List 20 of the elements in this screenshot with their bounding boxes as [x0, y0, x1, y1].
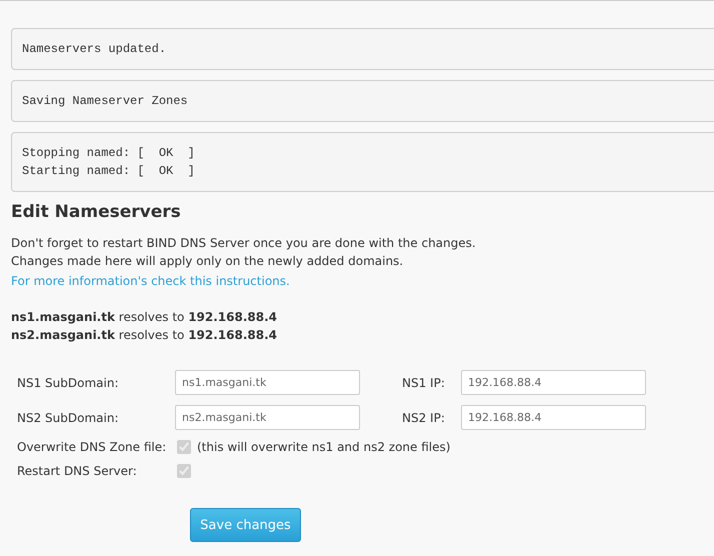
option-label: Overwrite DNS Zone file: [17, 440, 168, 454]
output-line: Saving Nameserver Zones [22, 93, 189, 110]
subdomain-field[interactable]: ns2.masgani.tk [175, 405, 360, 430]
resolve-text: ns2.masgani.tk resolves to 192.168.88.4 [11, 327, 278, 344]
option-label: Restart DNS Server: [17, 464, 138, 478]
resolve-text: ns1.masgani.tk resolves to 192.168.88.4 [11, 309, 278, 326]
field-label: NS2 SubDomain: [17, 410, 120, 424]
ip-field[interactable]: 192.168.88.4 [461, 405, 646, 430]
output-line: Starting named: [ OK ] [22, 163, 196, 180]
field-label: NS2 IP: [402, 410, 446, 424]
section-heading: Edit Nameservers [11, 202, 182, 222]
ip-field[interactable]: 192.168.88.4 [461, 370, 646, 395]
field-label: NS1 SubDomain: [17, 376, 120, 390]
option-hint: (this will overwrite ns1 and ns2 zone files) [197, 440, 450, 454]
subdomain-field[interactable]: ns1.masgani.tk [175, 370, 360, 395]
field-label: NS1 IP: [402, 376, 446, 390]
note-text: Don't forget to restart BIND DNS Server once you are done with the changes. [11, 235, 477, 252]
note-text: Changes made here will apply only on the newly added domains. [11, 253, 404, 270]
output-line: Nameservers updated. [22, 41, 168, 58]
output-line: Stopping named: [ OK ] [22, 145, 196, 162]
